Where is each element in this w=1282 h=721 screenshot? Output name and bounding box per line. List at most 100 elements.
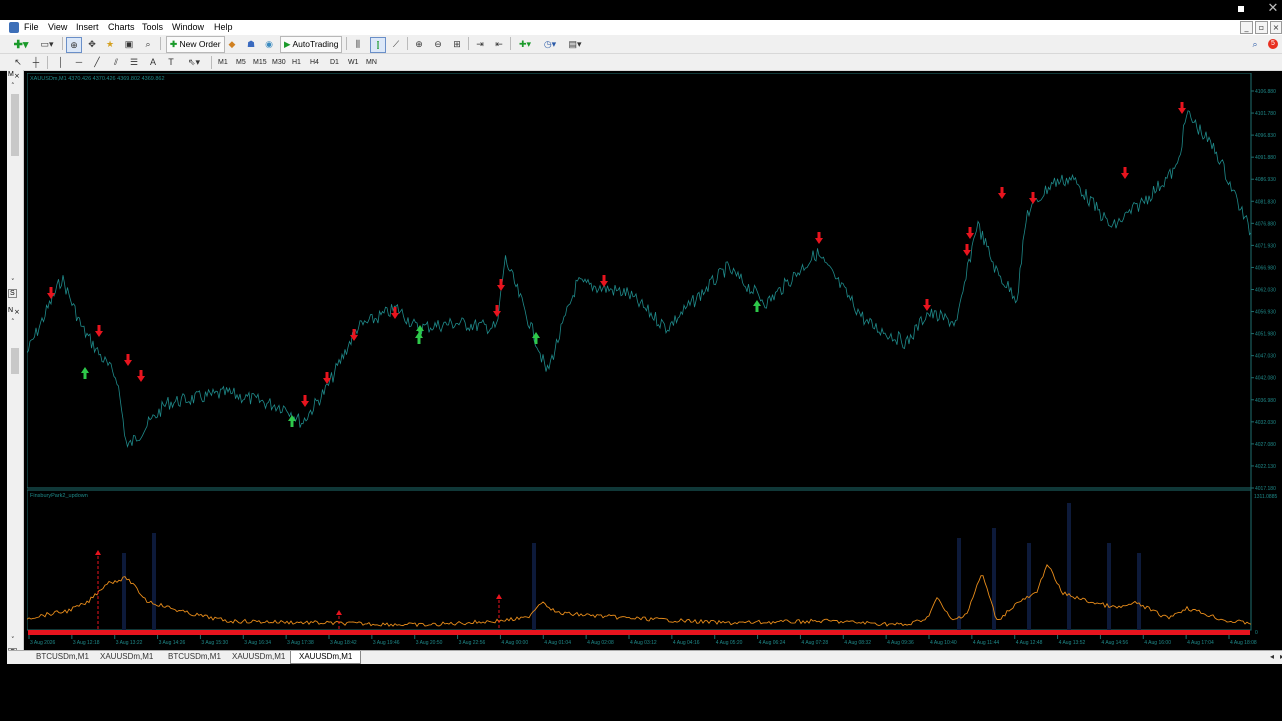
chart-shift-icon[interactable]: ⇤ [492,37,506,51]
fibonacci-icon[interactable]: ☰ [128,55,140,69]
panel-tab-symbols[interactable]: S [8,289,17,298]
menu-file[interactable]: File [24,20,39,35]
line-chart-icon[interactable]: ⟋ [389,37,403,51]
menu-help[interactable]: Help [214,20,233,35]
tab-btcusdm-2[interactable]: BTCUSDm,M1 [168,651,221,663]
down-arrow-icon [493,305,501,317]
price-tick-label: 4017.180 [1255,486,1276,492]
new-chart-icon[interactable]: ✚▾ [10,37,32,51]
scroll-up-icon-2[interactable]: ˄ [11,318,15,326]
time-tick-label: 3 Aug 22:56 [459,640,486,646]
indicator-bar [1027,543,1031,630]
autotrading-button[interactable]: ▶ AutoTrading [280,36,343,53]
trendline-icon[interactable]: ╱ [91,55,103,69]
strategy-tester-icon[interactable]: ⌕ [141,37,155,51]
scroll-chart-icon[interactable]: ⇥ [473,37,487,51]
menu-tools[interactable]: Tools [142,20,163,35]
chart-window[interactable]: XAUUSDm,M1 4370.426 4370.426 4369.802 43… [27,73,1282,649]
notification-count: 5 [1268,39,1278,49]
tab-scroll-left-icon[interactable]: ◂ [1270,651,1274,663]
equidistant-channel-icon[interactable]: ⫽ [109,55,123,69]
periods-icon[interactable]: ◷▾ [539,37,561,51]
new-order-icon: ✚ [170,39,178,49]
text-label-icon[interactable]: T [165,55,177,69]
tab-xauusdm-1[interactable]: XAUUSDm,M1 [100,651,153,663]
timeframe-m15[interactable]: M15 [253,57,267,68]
title-bar: ✕ [0,0,1282,20]
price-line [27,110,1252,449]
timeframe-h1[interactable]: H1 [292,57,301,68]
market-watch-icon[interactable]: ⊕ [66,37,82,53]
indicator-axis-bottom: 0 [1255,630,1258,636]
menu-view[interactable]: View [48,20,67,35]
market-icon[interactable]: ◉ [262,37,276,51]
scroll-down-icon[interactable]: ˅ [11,278,15,286]
panel-scrollbar[interactable] [11,94,19,156]
close-child-icon[interactable]: × [1270,21,1282,34]
tab-btcusdm-1[interactable]: BTCUSDm,M1 [36,651,89,663]
panel-scrollbar-2[interactable] [11,348,19,374]
time-tick-label: 3 Aug 20:50 [416,640,443,646]
crosshair-icon[interactable]: ┼ [30,55,42,69]
horizontal-line-icon[interactable]: ─ [73,55,85,69]
down-arrow-icon [963,244,971,256]
data-window-icon[interactable]: ✥ [85,37,99,51]
tab-xauusdm-2[interactable]: XAUUSDm,M1 [232,651,285,663]
meta-editor-icon[interactable]: ◆ [225,37,239,51]
close-icon[interactable]: ✕ [1266,1,1280,17]
restore-child-icon[interactable]: ▫ [1255,21,1268,34]
tile-windows-icon[interactable]: ⊞ [450,37,464,51]
navigator-icon[interactable]: ★ [103,37,117,51]
panel-close-icon[interactable]: × [14,72,20,80]
cursor-icon[interactable]: ↖ [12,55,24,69]
menu-insert[interactable]: Insert [76,20,99,35]
price-tick-label: 4091.880 [1255,155,1276,161]
price-tick-label: 4036.980 [1255,398,1276,404]
notifications-icon[interactable]: 5 [1267,37,1279,51]
price-tick-label: 4042.080 [1255,376,1276,382]
menu-charts[interactable]: Charts [108,20,135,35]
indicator-signals [95,550,502,630]
candlestick-icon[interactable]: ⫿ [370,37,386,53]
price-tick-label: 4022.130 [1255,464,1276,470]
down-arrow-icon [1121,167,1129,179]
signals-icon[interactable]: ☗ [244,37,258,51]
down-arrow-icon [998,187,1006,199]
timeframe-m5[interactable]: M5 [236,57,246,68]
price-tick-label: 4101.780 [1255,111,1276,117]
price-axis: 4106.880 4101.780 4096.830 4091.880 4086.930… [1251,89,1276,492]
profiles-icon[interactable]: ▭▾ [36,37,58,51]
time-tick-label: 4 Aug 09:36 [887,640,914,646]
text-icon[interactable]: A [147,55,159,69]
search-icon[interactable]: ⌕ [1249,37,1261,51]
zoom-in-icon[interactable]: ⊕ [412,37,426,51]
down-arrow-icon [966,227,974,239]
timeframe-mn[interactable]: MN [366,57,377,68]
indicator-axis-top: 1311.0885 [1254,494,1277,500]
down-arrow-icon [1178,102,1186,114]
timeframe-d1[interactable]: D1 [330,57,339,68]
vertical-line-icon[interactable]: │ [55,55,67,69]
scroll-down-icon-2[interactable]: ˅ [11,636,15,644]
menu-window[interactable]: Window [172,20,204,35]
panel-close-icon-2[interactable]: × [14,308,20,316]
timeframe-m30[interactable]: M30 [272,57,286,68]
arrows-icon[interactable]: ⇖▾ [183,55,205,69]
minimize-icon[interactable]: _ [1240,21,1253,34]
timeframe-m1[interactable]: M1 [218,57,228,68]
new-order-button[interactable]: ✚ New Order [166,36,225,53]
price-chart[interactable]: XAUUSDm,M1 4370.426 4370.426 4369.802 43… [27,73,1282,649]
timeframe-w1[interactable]: W1 [348,57,359,68]
terminal-icon[interactable]: ▣ [122,37,136,51]
bar-chart-icon[interactable]: ⫼ [351,37,365,51]
timeframe-h4[interactable]: H4 [310,57,319,68]
scroll-up-icon[interactable]: ˄ [11,82,15,90]
time-tick-label: 4 Aug 07:28 [801,640,828,646]
price-tick-label: 4051.980 [1255,332,1276,338]
restore-icon[interactable] [1238,6,1244,12]
time-axis: 3 Aug 2026 3 Aug 12:18 3 Aug 13:22 3 Aug 14… [28,635,1257,646]
zoom-out-icon[interactable]: ⊖ [431,37,445,51]
templates-icon[interactable]: ▤▾ [564,37,586,51]
indicators-icon[interactable]: ✚▾ [514,37,536,51]
tab-xauusdm-3[interactable]: XAUUSDm,M1 [290,651,362,664]
